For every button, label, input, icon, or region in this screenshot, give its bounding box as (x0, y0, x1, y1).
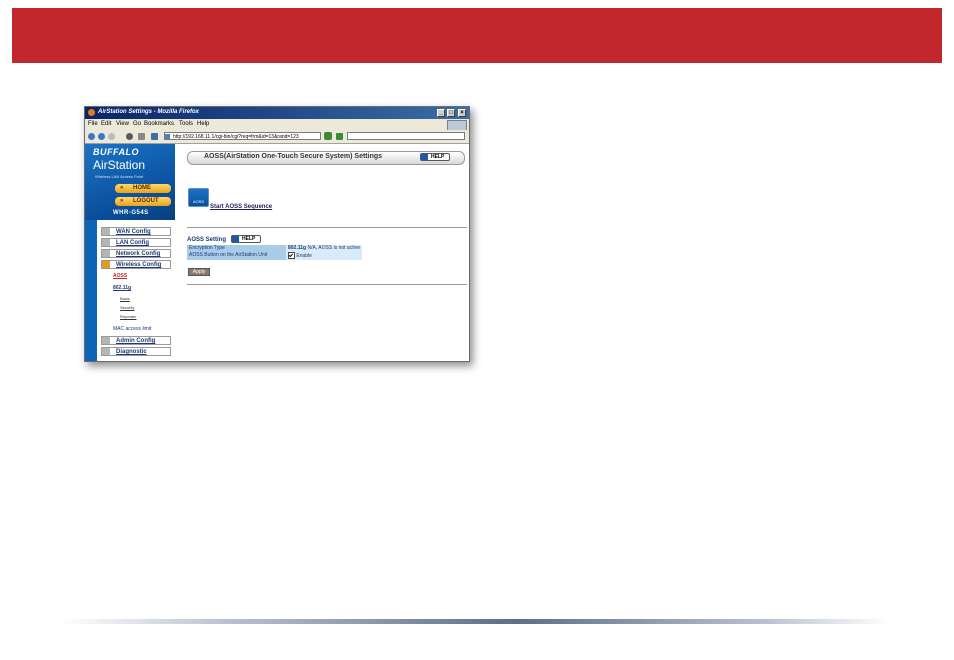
product-name: AirStation (93, 158, 146, 172)
firefox-icon (88, 109, 95, 116)
menu-bookmarks[interactable]: Bookmarks (144, 121, 174, 127)
menu-edit[interactable]: Edit (101, 121, 111, 127)
back-icon[interactable] (88, 133, 95, 140)
chevron-right-icon: » (120, 185, 124, 191)
help-button[interactable]: HELP (420, 153, 450, 161)
sidebar-item-label: Admin Config (116, 338, 156, 344)
address-bar-input[interactable]: http://192.168.11.1/cgi-bin/cgi?req=frm&… (164, 132, 321, 140)
table-row: AOSS Button on the AirStation Unit Enabl… (187, 252, 362, 260)
submenu-mac-access-limit[interactable]: MAC access limit (113, 326, 151, 332)
home-icon[interactable] (151, 133, 158, 140)
chevron-icon (102, 348, 110, 355)
tagline: Wireless LAN Access Point (95, 174, 144, 179)
sidebar-item-wan-config[interactable]: WAN Config (101, 227, 171, 236)
sidebar-item-wireless-config[interactable]: Wireless Config (101, 260, 171, 269)
window-titlebar: AirStation Settings - Mozilla Firefox _ … (85, 107, 469, 119)
row-label: AOSS Button on the AirStation Unit (187, 252, 286, 260)
search-input[interactable] (347, 132, 465, 140)
extension-icon[interactable] (336, 133, 343, 140)
menu-tools[interactable]: Tools (179, 121, 193, 127)
submenu-repeater[interactable]: Repeater (120, 314, 136, 319)
browser-screenshot: AirStation Settings - Mozilla Firefox _ … (84, 106, 470, 362)
sidebar: BUFFALO AirStation Wireless LAN Access P… (85, 144, 175, 361)
chevron-icon (102, 250, 110, 257)
close-button[interactable]: × (458, 109, 466, 117)
sidebar-strip (85, 220, 97, 361)
section-title: AOSS Setting (187, 237, 227, 243)
submenu-802-11g[interactable]: 802.11g (113, 285, 131, 291)
bottom-gradient-rule (60, 619, 890, 624)
sidebar-item-diagnostic[interactable]: Diagnostic (101, 347, 171, 356)
menu-go[interactable]: Go (133, 121, 141, 127)
menu-view[interactable]: View (116, 121, 129, 127)
submenu-security[interactable]: Security (120, 305, 134, 310)
brand-logo: BUFFALO (93, 147, 139, 157)
chevron-right-icon: » (120, 198, 124, 204)
row-label: Encryption Type (187, 245, 286, 252)
table-row: Encryption Type 802.11g N/A, AOSS is not… (187, 245, 362, 252)
apply-button[interactable]: Apply (188, 268, 210, 276)
main-content: AOSS(AirStation One-Touch Secure System)… (175, 144, 469, 361)
row-value: Enable (286, 252, 362, 260)
menu-file[interactable]: File (88, 121, 98, 127)
logout-button[interactable]: » LOGOUT (115, 197, 171, 206)
submenu-basic[interactable]: Basic (120, 296, 130, 301)
divider (187, 227, 467, 228)
page-icon (165, 134, 170, 139)
help-label: HELP (242, 236, 256, 242)
sidebar-item-label: Wireless Config (116, 262, 162, 268)
enable-checkbox[interactable] (288, 252, 295, 259)
forward-icon[interactable] (98, 133, 105, 140)
sidebar-item-label: Diagnostic (116, 349, 147, 355)
submenu-aoss[interactable]: AOSS (113, 273, 127, 279)
help-icon (232, 236, 239, 242)
sidebar-item-label: Network Config (116, 251, 161, 257)
print-icon[interactable] (138, 133, 145, 140)
help-icon (421, 154, 428, 160)
checkbox-label: Enable (296, 252, 312, 259)
aoss-icon[interactable]: AOSS (188, 188, 209, 207)
logout-label: LOGOUT (133, 198, 159, 204)
chevron-icon (102, 337, 110, 344)
brand-panel: BUFFALO AirStation Wireless LAN Access P… (85, 144, 175, 220)
window-title: AirStation Settings - Mozilla Firefox (98, 109, 200, 115)
page-header: AOSS(AirStation One-Touch Secure System)… (187, 151, 465, 165)
row-value-text: N/A, AOSS is not active (307, 245, 360, 251)
start-aoss-link[interactable]: Start AOSS Sequence (210, 204, 272, 210)
row-value: 802.11g N/A, AOSS is not active (286, 245, 362, 252)
sidebar-item-admin-config[interactable]: Admin Config (101, 336, 171, 345)
model-name: WHR-G54S (113, 210, 149, 216)
chevron-icon (102, 239, 110, 246)
sidebar-item-label: LAN Config (116, 240, 149, 246)
sidebar-item-network-config[interactable]: Network Config (101, 249, 171, 258)
navigation-toolbar: http://192.168.11.1/cgi-bin/cgi?req=frm&… (85, 130, 469, 144)
sidebar-item-lan-config[interactable]: LAN Config (101, 238, 171, 247)
stop-icon[interactable] (126, 133, 133, 140)
maximize-button[interactable]: □ (447, 109, 455, 117)
divider (187, 284, 467, 285)
top-red-banner (12, 8, 942, 63)
chevron-icon (102, 228, 110, 235)
reload-icon[interactable] (108, 133, 115, 140)
page-title: AOSS(AirStation One-Touch Secure System)… (204, 153, 383, 160)
section-help-button[interactable]: HELP (231, 235, 261, 243)
home-label: HOME (133, 185, 151, 191)
aoss-settings-table: Encryption Type 802.11g N/A, AOSS is not… (187, 245, 362, 260)
menu-help[interactable]: Help (197, 121, 209, 127)
minimize-button[interactable]: _ (437, 109, 445, 117)
row-value-bold: 802.11g (288, 245, 307, 251)
sidebar-item-label: WAN Config (116, 229, 151, 235)
help-label: HELP (431, 154, 445, 160)
home-button[interactable]: » HOME (115, 184, 171, 193)
chevron-icon (102, 261, 110, 268)
go-button[interactable] (324, 132, 332, 140)
